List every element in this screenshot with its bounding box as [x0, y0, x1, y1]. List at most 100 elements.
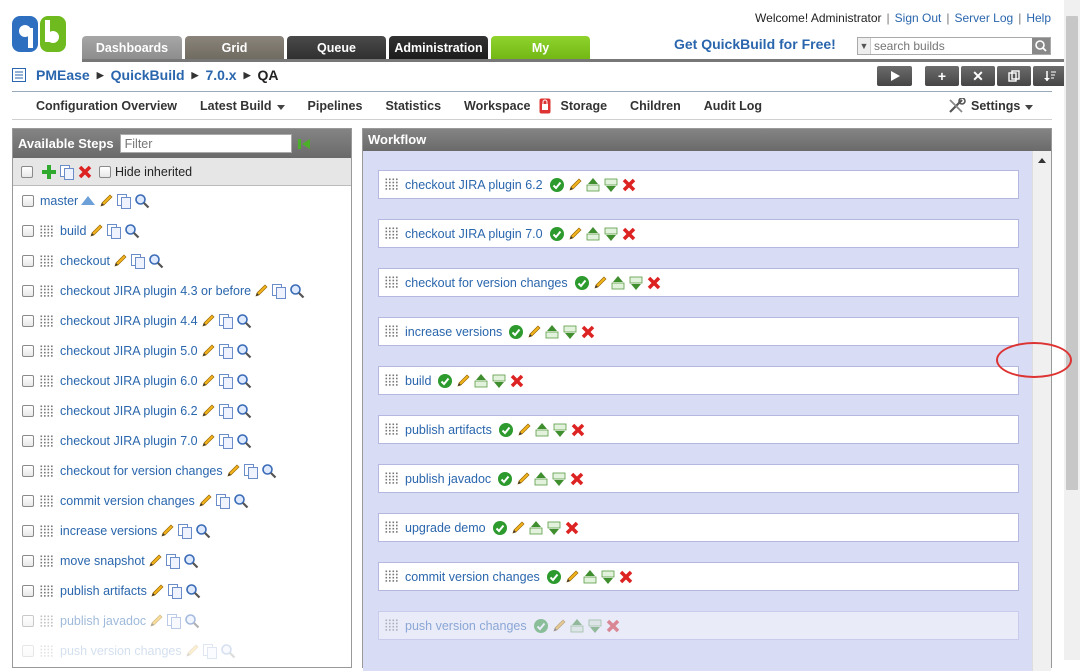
drag-handle-icon[interactable] [385, 325, 399, 338]
tab-grid[interactable]: Grid [185, 36, 284, 60]
search-icon[interactable] [233, 493, 249, 509]
subnav-audit-log[interactable]: Audit Log [704, 98, 762, 114]
move-before-icon[interactable] [528, 520, 544, 536]
delete-step-icon[interactable] [77, 164, 93, 180]
search-icon[interactable] [185, 583, 201, 599]
step-checkbox[interactable] [22, 645, 34, 657]
subnav-workspace[interactable]: Workspace [464, 98, 530, 114]
available-step-row[interactable]: move snapshot [13, 546, 351, 576]
quickbuild-logo[interactable] [12, 16, 68, 54]
available-step-row[interactable]: checkout JIRA plugin 4.4 [13, 306, 351, 336]
delete-icon[interactable] [569, 471, 585, 487]
search-icon[interactable] [236, 373, 252, 389]
copy-icon[interactable] [177, 523, 193, 539]
edit-icon[interactable] [149, 583, 165, 599]
move-after-icon[interactable] [551, 471, 567, 487]
edit-icon[interactable] [515, 471, 531, 487]
enabled-check-icon[interactable] [497, 471, 513, 487]
step-checkbox[interactable] [22, 435, 34, 447]
step-name-link[interactable]: checkout for version changes [60, 464, 223, 478]
copy-icon[interactable] [202, 643, 218, 659]
enabled-check-icon[interactable] [549, 177, 565, 193]
step-name-link[interactable]: checkout JIRA plugin 7.0 [60, 434, 198, 448]
available-step-row[interactable]: publish javadoc [13, 606, 351, 636]
workspace-lock-icon[interactable] [539, 98, 551, 114]
breadcrumb-pmease[interactable]: PMEase [36, 67, 90, 83]
move-after-icon[interactable] [603, 226, 619, 242]
select-all-checkbox[interactable] [21, 165, 33, 178]
edit-icon[interactable] [200, 343, 216, 359]
edit-icon[interactable] [200, 403, 216, 419]
edit-icon[interactable] [98, 193, 114, 209]
edit-icon[interactable] [455, 373, 471, 389]
subnav-storage[interactable]: Storage [561, 98, 608, 114]
drag-handle-icon[interactable] [40, 465, 54, 478]
copy-icon[interactable] [218, 343, 234, 359]
workflow-step-name[interactable]: publish javadoc [405, 472, 491, 486]
search-scope-dropdown[interactable]: ▼ [858, 38, 871, 54]
available-step-row[interactable]: checkout JIRA plugin 7.0 [13, 426, 351, 456]
step-checkbox[interactable] [22, 195, 34, 207]
workflow-step[interactable]: checkout for version changes [378, 268, 1019, 297]
move-before-icon[interactable] [544, 324, 560, 340]
available-step-row[interactable]: checkout JIRA plugin 6.2 [13, 396, 351, 426]
subnav-statistics[interactable]: Statistics [385, 98, 441, 114]
search-icon[interactable] [236, 433, 252, 449]
workflow-step-name[interactable]: upgrade demo [405, 521, 486, 535]
step-name-link[interactable]: checkout JIRA plugin 4.4 [60, 314, 198, 328]
move-after-icon[interactable] [562, 324, 578, 340]
available-step-row[interactable]: commit version changes [13, 486, 351, 516]
step-name-link[interactable]: checkout [60, 254, 110, 268]
workflow-step-name[interactable]: increase versions [405, 325, 502, 339]
available-step-row[interactable]: checkout JIRA plugin 5.0 [13, 336, 351, 366]
search-button[interactable] [1032, 38, 1050, 54]
step-checkbox[interactable] [22, 555, 34, 567]
search-input[interactable] [871, 38, 1032, 54]
edit-icon[interactable] [184, 643, 200, 659]
drag-handle-icon[interactable] [40, 555, 54, 568]
drag-handle-icon[interactable] [385, 472, 399, 485]
step-name-link[interactable]: increase versions [60, 524, 157, 538]
move-before-icon[interactable] [473, 373, 489, 389]
filter-input[interactable] [119, 134, 292, 153]
step-checkbox[interactable] [22, 615, 34, 627]
enabled-check-icon[interactable] [437, 373, 453, 389]
drag-handle-icon[interactable] [40, 375, 54, 388]
step-checkbox[interactable] [22, 375, 34, 387]
copy-icon[interactable] [218, 403, 234, 419]
drag-handle-icon[interactable] [40, 495, 54, 508]
step-checkbox[interactable] [22, 315, 34, 327]
edit-icon[interactable] [147, 553, 163, 569]
drag-handle-icon[interactable] [385, 178, 399, 191]
workflow-step[interactable]: build [378, 366, 1019, 395]
workflow-step[interactable]: publish javadoc [378, 464, 1019, 493]
available-step-row[interactable]: checkout for version changes [13, 456, 351, 486]
subnav-pipelines[interactable]: Pipelines [308, 98, 363, 114]
workflow-canvas[interactable]: checkout JIRA plugin 6.2 checkout JIRA pl… [363, 151, 1032, 671]
available-step-row[interactable]: master [13, 186, 351, 216]
tab-dashboards[interactable]: Dashboards [82, 36, 182, 60]
subnav-settings[interactable]: Settings [948, 98, 1034, 114]
edit-icon[interactable] [159, 523, 175, 539]
step-name-link[interactable]: publish artifacts [60, 584, 147, 598]
workflow-step[interactable]: push version changes [378, 611, 1019, 640]
copy-icon[interactable] [106, 223, 122, 239]
move-before-icon[interactable] [585, 177, 601, 193]
step-name-link[interactable]: checkout JIRA plugin 6.0 [60, 374, 198, 388]
workflow-step-name[interactable]: checkout JIRA plugin 7.0 [405, 227, 543, 241]
edit-icon[interactable] [253, 283, 269, 299]
search-icon[interactable] [195, 523, 211, 539]
copy-icon[interactable] [215, 493, 231, 509]
drag-handle-icon[interactable] [40, 345, 54, 358]
available-step-row[interactable]: increase versions [13, 516, 351, 546]
workflow-step-name[interactable]: push version changes [405, 619, 527, 633]
edit-icon[interactable] [200, 373, 216, 389]
search-icon[interactable] [236, 403, 252, 419]
enabled-check-icon[interactable] [546, 569, 562, 585]
breadcrumb-quickbuild[interactable]: QuickBuild [111, 67, 185, 83]
step-name-link[interactable]: build [60, 224, 86, 238]
enabled-check-icon[interactable] [498, 422, 514, 438]
delete-icon[interactable] [621, 177, 637, 193]
move-after-icon[interactable] [491, 373, 507, 389]
sign-out-link[interactable]: Sign Out [895, 11, 942, 25]
